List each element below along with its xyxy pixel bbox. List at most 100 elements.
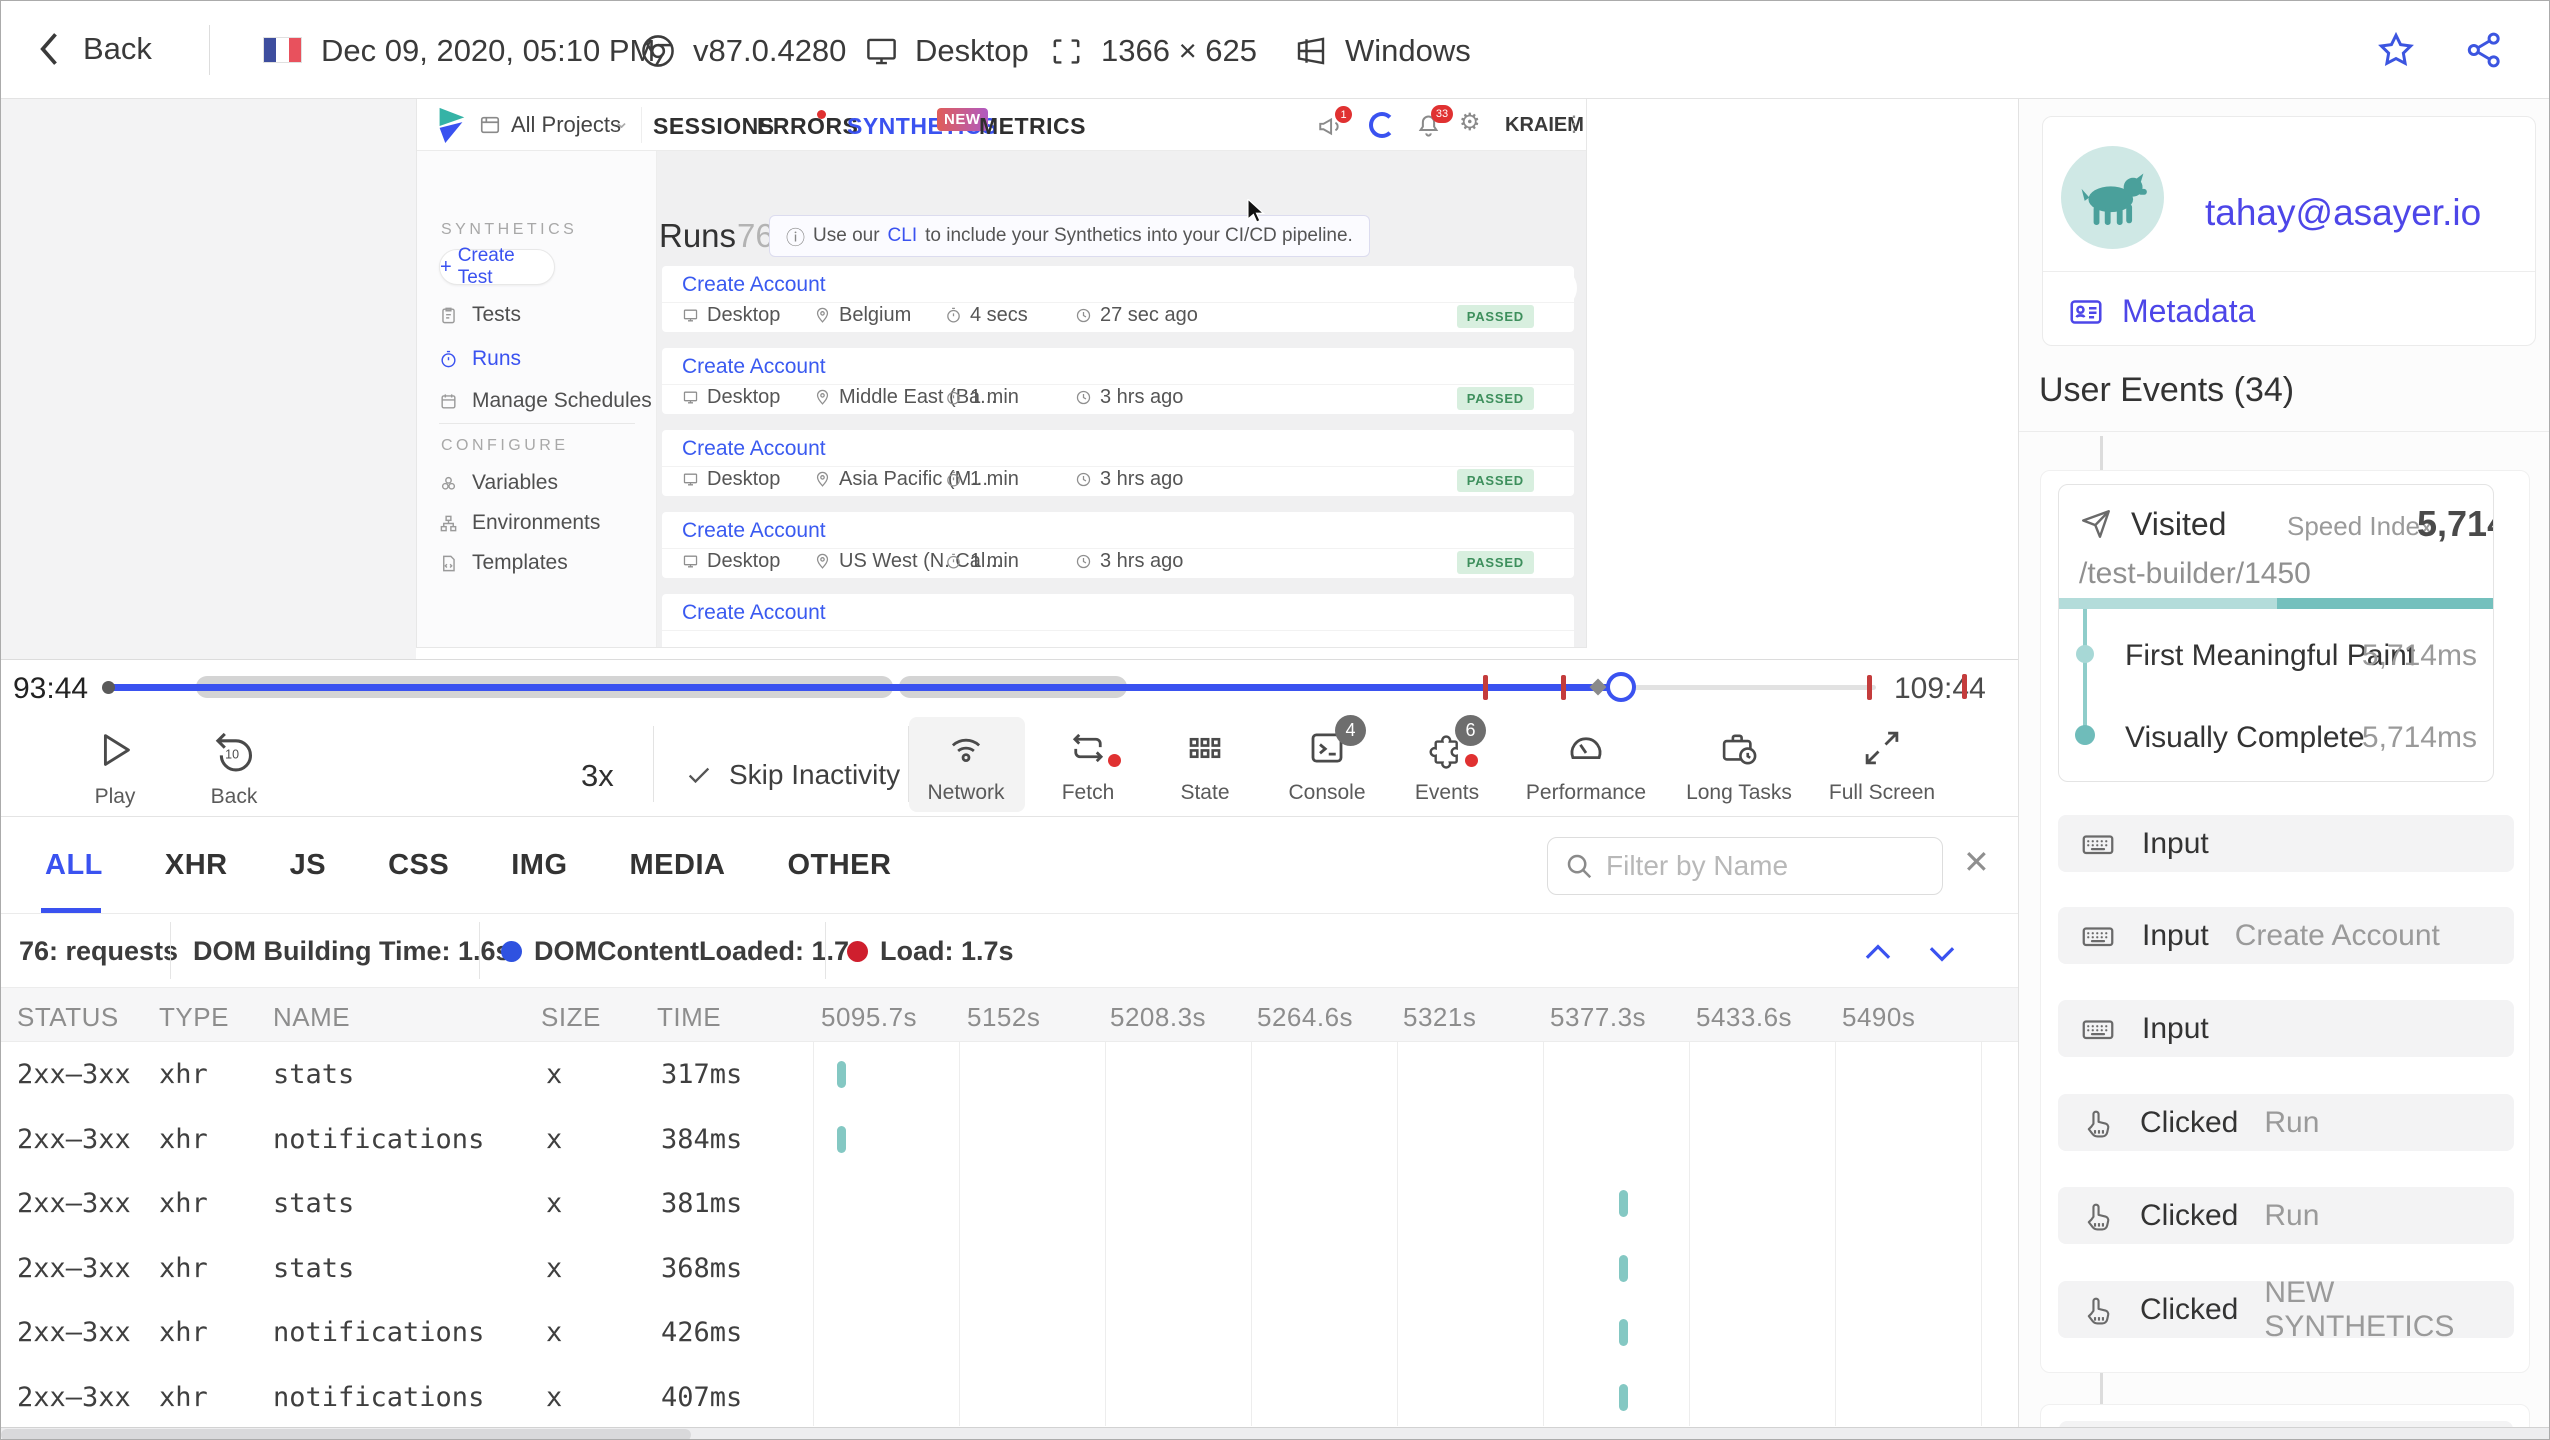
tool-label: Console (1288, 781, 1366, 804)
name-cell: stats (273, 1188, 355, 1219)
tool-label: State (1180, 781, 1230, 804)
stats-divider (479, 922, 480, 979)
tab-css[interactable]: CSS (388, 849, 449, 882)
event-marker[interactable] (1483, 675, 1488, 700)
status-cell: 2xx–3xx (17, 1382, 131, 1413)
event-marker[interactable] (1962, 674, 1967, 699)
event-row-clicked[interactable]: Clicked NEW SYNTHETICS (2058, 1276, 2514, 1343)
state-tool-button[interactable]: State (1135, 727, 1275, 805)
session-date: Dec 09, 2020, 05:10 PM (321, 33, 656, 68)
sidebar-item-manage-schedules: Manage Schedules (439, 389, 652, 413)
sidebar-item-tests: Tests (439, 303, 521, 327)
share-icon[interactable] (2463, 29, 2505, 71)
time-cell: 381ms (661, 1188, 743, 1219)
network-tabs: ALL XHR JS CSS IMG MEDIA OTHER ✕ (1, 817, 2018, 914)
events-tool-button[interactable]: 6 Events (1377, 715, 1517, 805)
close-panel-icon[interactable]: ✕ (1963, 843, 1990, 881)
load-dot (847, 941, 868, 962)
tab-img[interactable]: IMG (511, 849, 567, 882)
name-cell: stats (273, 1059, 355, 1090)
status-badge: PASSED (1456, 469, 1534, 492)
back-button[interactable]: Back (35, 27, 152, 71)
info-text: to include your Synthetics into your CI/… (925, 225, 1353, 246)
sidebar-item-templates: Templates (439, 551, 568, 575)
filter-by-name-input[interactable] (1606, 850, 1906, 882)
horizontal-scrollbar[interactable] (1, 1427, 2549, 1439)
events-activity-dot (1465, 754, 1478, 767)
tab-all[interactable]: ALL (45, 849, 103, 882)
active-tab-underline (41, 908, 101, 913)
sidebar-item-label: Manage Schedules (472, 389, 652, 412)
run-test-name: Create Account (682, 273, 826, 296)
jump-next-icon[interactable] (1923, 934, 1961, 972)
sidebar-item-label: Environments (472, 511, 601, 534)
playhead[interactable] (1606, 672, 1636, 702)
tab-media[interactable]: MEDIA (630, 849, 726, 882)
tool-label: Full Screen (1828, 781, 1936, 804)
table-row[interactable]: 2xx–3xx xhr stats x 368ms (1, 1236, 2017, 1300)
network-tool-button[interactable]: Network (896, 727, 1036, 805)
skip-inactivity-toggle[interactable]: Skip Inactivity (685, 759, 900, 791)
tab-xhr[interactable]: XHR (165, 849, 228, 882)
nav-divider (641, 107, 642, 143)
event-marker[interactable] (1561, 675, 1566, 700)
dom-building-time: DOM Building Time: 1.6s (193, 936, 511, 966)
rewind-10-icon: 10 (211, 727, 257, 773)
speed-toggle[interactable]: 3x (581, 758, 614, 794)
vc-value: 5,714ms (2361, 721, 2477, 754)
avatar (2061, 146, 2164, 249)
performance-tool-button[interactable]: Performance (1516, 727, 1656, 805)
event-row-input[interactable]: Input Create Account (2058, 907, 2514, 964)
table-row[interactable]: 2xx–3xx xhr notifications x 407ms (1, 1365, 2017, 1429)
scrollbar-thumb[interactable] (1, 1429, 691, 1439)
events-count-badge: 6 (1455, 715, 1486, 746)
table-row[interactable]: 2xx–3xx xhr notifications x 384ms (1, 1107, 2017, 1171)
visited-event-card[interactable]: Visited Speed Index 5,714 /test-builder/… (2058, 484, 2494, 782)
favorite-star-icon[interactable] (2375, 29, 2417, 71)
speed-index-label: Speed Index (2287, 511, 2434, 541)
request-timing-mark (1619, 1255, 1628, 1282)
back-10s-button[interactable]: 10 Back (164, 727, 304, 809)
sidebar-item-label: Runs (472, 347, 522, 370)
cli-info-banner: ⓘ Use our CLI to include your Synthetics… (769, 215, 1370, 257)
event-row-clicked[interactable]: Clicked Run (2058, 1187, 2514, 1244)
user-email[interactable]: tahay@asayer.io (2205, 192, 2481, 234)
long-tasks-tool-button[interactable]: Long Tasks (1669, 727, 1809, 805)
run-duration: 1 min (945, 386, 1019, 409)
filter-box[interactable] (1547, 837, 1943, 895)
col-type: TYPE (159, 1002, 229, 1032)
project-selector: All Projects (511, 112, 622, 137)
variables-icon (439, 474, 458, 493)
table-row[interactable]: 2xx–3xx xhr stats x 381ms (1, 1171, 2017, 1235)
table-row[interactable]: 2xx–3xx xhr stats x 317ms (1, 1042, 2017, 1106)
type-cell: xhr (159, 1059, 208, 1090)
requests-count: 76: requests (19, 936, 179, 966)
event-row-input[interactable]: Input (2058, 815, 2514, 872)
create-test-button: + Create Test (439, 245, 555, 288)
event-marker[interactable] (1867, 675, 1872, 700)
clipboard-icon (439, 306, 458, 325)
jump-previous-icon[interactable] (1859, 934, 1897, 972)
metadata-button[interactable]: Metadata (2068, 293, 2255, 330)
info-text: Use our (813, 225, 880, 246)
stage-background (1, 99, 416, 659)
table-row[interactable]: 2xx–3xx xhr notifications x 426ms (1, 1300, 2017, 1364)
status-badge: PASSED (1456, 305, 1534, 328)
type-cell: xhr (159, 1253, 208, 1284)
run-card: Create Account Desktop Asia Pacific (M..… (662, 430, 1574, 496)
notification-badge: 33 (1431, 105, 1453, 123)
console-tool-button[interactable]: 4 Console (1257, 715, 1397, 805)
puzzle-icon: 6 (1426, 715, 1486, 769)
time-tick: 5490s (1842, 1002, 1916, 1032)
tab-js[interactable]: JS (290, 849, 326, 882)
paint-progress-dark (2277, 598, 2493, 609)
full-screen-tool-button[interactable]: Full Screen (1812, 727, 1952, 805)
tab-other[interactable]: OTHER (787, 849, 891, 882)
event-row-input[interactable]: Input (2058, 1000, 2514, 1057)
paint-progress-light (2059, 598, 2277, 609)
total-time-label: 109:44 (1894, 672, 1986, 705)
event-row-clicked[interactable]: Clicked Run (2058, 1094, 2514, 1151)
time-tick: 5433.6s (1696, 1002, 1793, 1032)
status-cell: 2xx–3xx (17, 1124, 131, 1155)
event-target: Create Account (2234, 918, 2440, 952)
